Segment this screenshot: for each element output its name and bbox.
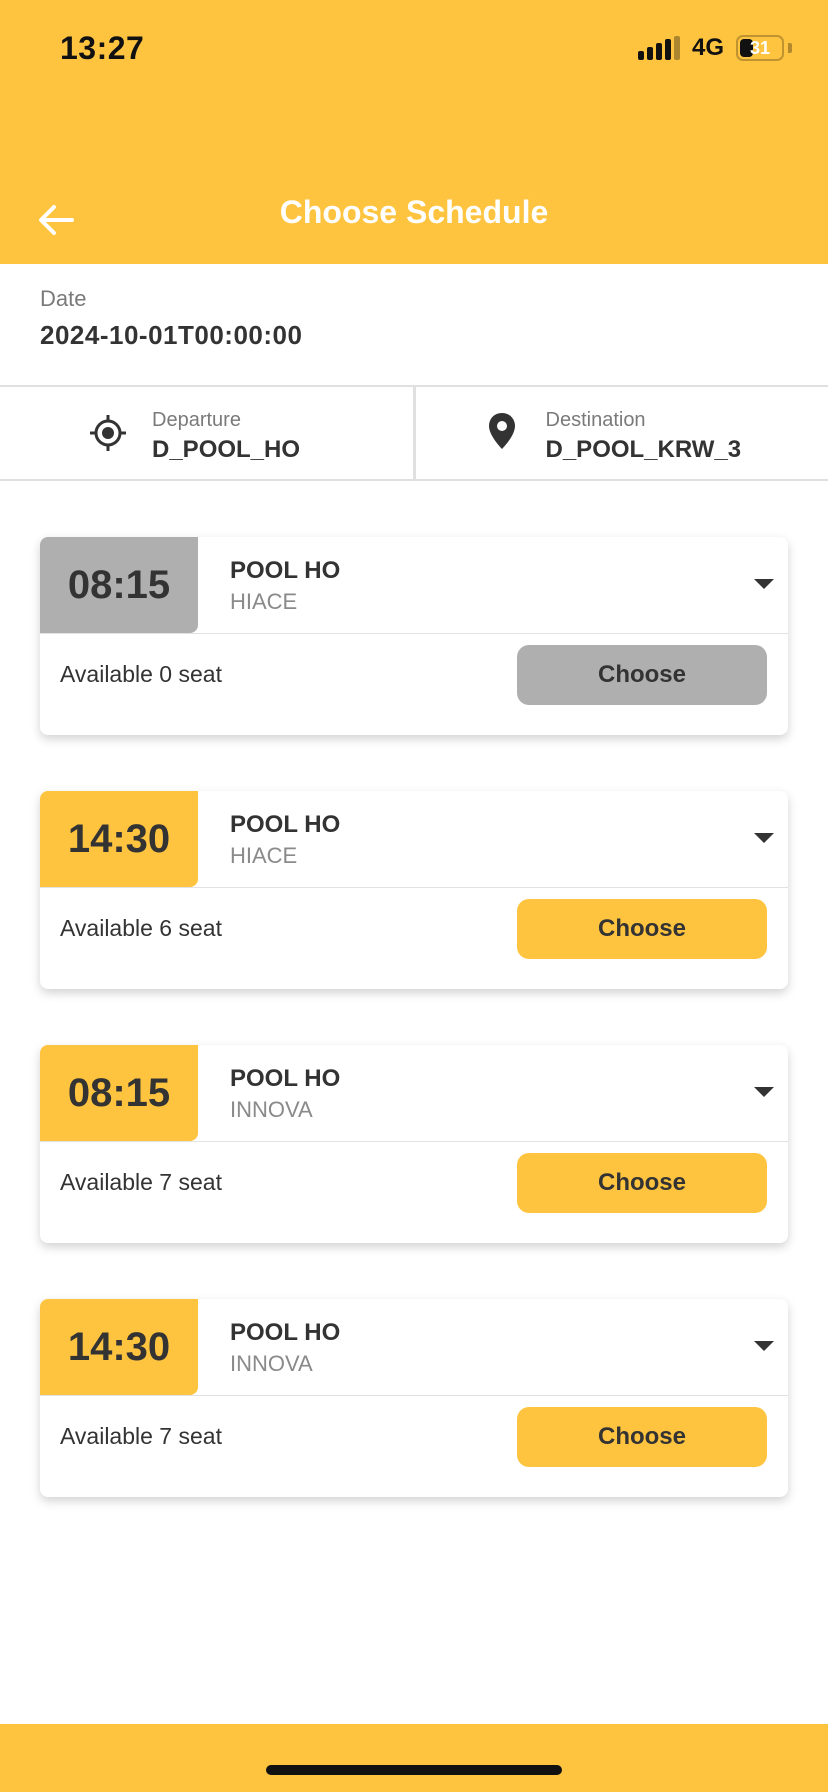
date-section: Date 2024-10-01T00:00:00 [40, 286, 302, 351]
vehicle-type: HIACE [230, 589, 298, 614]
chevron-down-icon[interactable] [754, 833, 774, 843]
home-indicator[interactable] [266, 1765, 562, 1775]
choose-button[interactable]: Choose [517, 1407, 767, 1467]
chevron-down-icon[interactable] [754, 1341, 774, 1351]
departure-value: D_POOL_HO [152, 436, 301, 463]
battery-level: 31 [749, 37, 771, 58]
map-pin-icon [488, 413, 515, 449]
crosshair-icon [90, 415, 126, 451]
available-seats: Available 6 seat [60, 915, 222, 941]
destination-label: Destination [545, 409, 646, 431]
destination-value: D_POOL_KRW_3 [545, 436, 742, 463]
departure-cell: Departure D_POOL_HO [0, 387, 416, 479]
departure-time: 14:30 [40, 1299, 198, 1395]
choose-button[interactable]: Choose [517, 1153, 767, 1213]
available-seats: Available 0 seat [60, 661, 222, 687]
schedule-card-header[interactable]: 14:30 POOL HO INNOVA [40, 1299, 788, 1396]
pool-name: POOL HO [230, 811, 341, 838]
destination-cell: Destination D_POOL_KRW_3 [416, 387, 828, 479]
page-title: Choose Schedule [279, 194, 549, 230]
schedule-card: 14:30 POOL HO INNOVA Available 7 seat Ch… [40, 1299, 788, 1497]
schedule-card: 08:15 POOL HO INNOVA Available 7 seat Ch… [40, 1045, 788, 1243]
cellular-signal-icon [637, 36, 680, 60]
network-type: 4G [691, 34, 724, 61]
vehicle-type: INNOVA [230, 1351, 313, 1376]
route-row: Departure D_POOL_HO Destination D_POOL_K… [0, 385, 828, 481]
bottom-bar [0, 1724, 828, 1792]
vehicle-type: HIACE [230, 843, 298, 868]
departure-time: 08:15 [40, 537, 198, 633]
available-seats: Available 7 seat [60, 1169, 222, 1195]
schedule-card: 14:30 POOL HO HIACE Available 6 seat Cho… [40, 791, 788, 989]
status-indicators: 4G 31 [637, 34, 792, 62]
chevron-down-icon[interactable] [754, 579, 774, 589]
departure-time: 14:30 [40, 791, 198, 887]
battery-icon: 31 [736, 35, 784, 61]
choose-button[interactable]: Choose [517, 645, 767, 705]
schedule-card: 08:15 POOL HO HIACE Available 0 seat Cho… [40, 537, 788, 735]
available-seats: Available 7 seat [60, 1423, 222, 1449]
status-time: 13:27 [60, 30, 145, 66]
date-label: Date [40, 286, 87, 311]
date-value: 2024-10-01T00:00:00 [40, 320, 303, 350]
departure-label: Departure [152, 409, 241, 431]
vehicle-type: INNOVA [230, 1097, 313, 1122]
pool-name: POOL HO [230, 1065, 341, 1092]
schedule-card-header[interactable]: 08:15 POOL HO HIACE [40, 537, 788, 634]
battery-tip [788, 43, 792, 53]
pool-name: POOL HO [230, 557, 341, 584]
choose-button[interactable]: Choose [517, 899, 767, 959]
app-header: 13:27 4G 31 Choose Schedule [0, 0, 828, 264]
chevron-down-icon[interactable] [754, 1087, 774, 1097]
departure-time: 08:15 [40, 1045, 198, 1141]
pool-name: POOL HO [230, 1319, 341, 1346]
schedule-card-header[interactable]: 14:30 POOL HO HIACE [40, 791, 788, 888]
schedule-card-header[interactable]: 08:15 POOL HO INNOVA [40, 1045, 788, 1142]
